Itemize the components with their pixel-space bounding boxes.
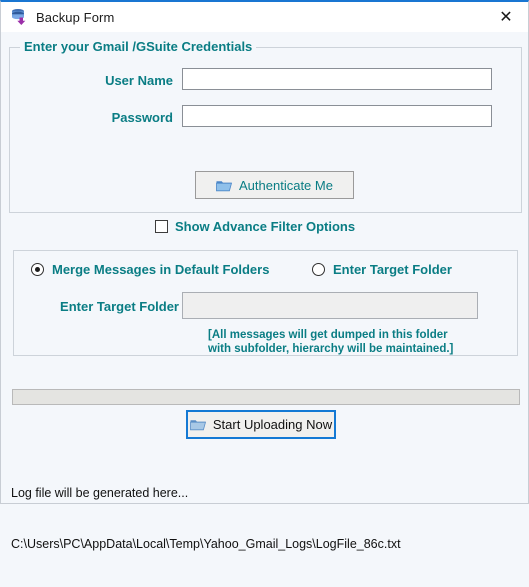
window-title: Backup Form [36, 9, 115, 25]
folder-icon [189, 418, 206, 431]
folder-icon [216, 179, 233, 192]
password-input[interactable] [182, 105, 492, 127]
target-folder-hint-line2: with subfolder, hierarchy will be mainta… [208, 343, 454, 355]
credentials-legend: Enter your Gmail /GSuite Credentials [20, 39, 257, 54]
radio-enter-target-folder-circle[interactable] [312, 263, 325, 276]
radio-merge-default-folders-label: Merge Messages in Default Folders [52, 262, 270, 277]
target-folder-hint-line1: [All messages will get dumped in this fo… [208, 329, 448, 341]
show-advance-filter-row[interactable]: Show Advance Filter Options [155, 219, 355, 234]
target-folder-label: Enter Target Folder [60, 299, 179, 314]
target-folder-hint: [All messages will get dumped in this fo… [208, 328, 453, 356]
database-stack-icon [10, 8, 28, 26]
radio-merge-default-folders[interactable]: Merge Messages in Default Folders [31, 262, 269, 277]
show-advance-filter-label: Show Advance Filter Options [175, 219, 356, 234]
show-advance-filter-checkbox[interactable] [155, 220, 168, 233]
target-folder-input[interactable] [182, 292, 478, 319]
start-uploading-button-label: Start Uploading Now [212, 417, 333, 432]
username-label: User Name [105, 73, 173, 88]
start-uploading-button[interactable]: Start Uploading Now [186, 410, 336, 439]
authenticate-button[interactable]: Authenticate Me [195, 171, 354, 199]
password-label: Password [111, 110, 173, 125]
radio-enter-target-folder-label: Enter Target Folder [333, 262, 452, 277]
log-file-path: C:\Users\PC\AppData\Local\Temp\Yahoo_Gma… [11, 537, 401, 551]
backup-form-window: Backup Form ✕ Enter your Gmail /GSuite C… [0, 0, 529, 551]
log-file-message: Log file will be generated here... [11, 486, 189, 500]
username-input[interactable] [182, 68, 492, 90]
upload-progress-bar [12, 389, 520, 405]
radio-merge-default-folders-circle[interactable] [31, 263, 44, 276]
close-icon[interactable]: ✕ [484, 2, 528, 32]
radio-enter-target-folder[interactable]: Enter Target Folder [312, 262, 452, 277]
title-bar: Backup Form ✕ [1, 2, 528, 32]
authenticate-button-label: Authenticate Me [239, 177, 333, 193]
log-file-path-block: Log file will be generated here... C:\Us… [11, 451, 401, 587]
